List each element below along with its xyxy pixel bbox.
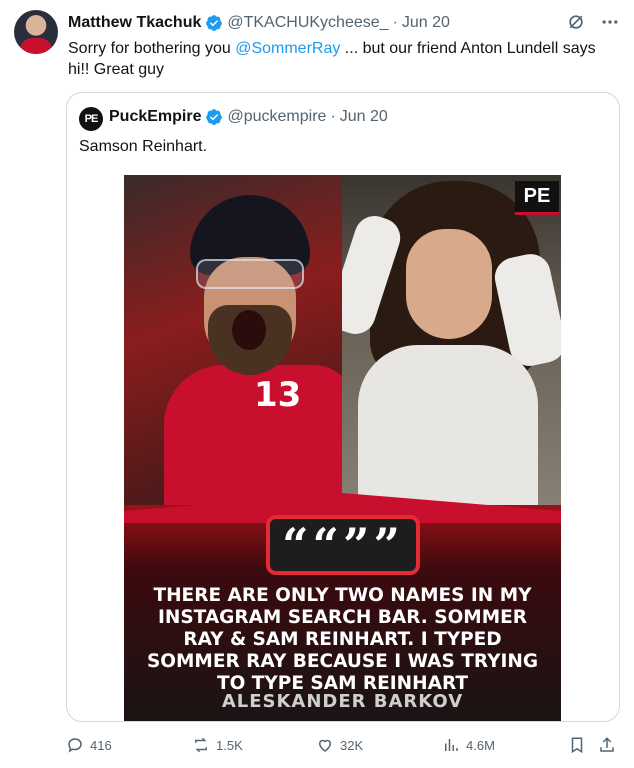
views-count: 4.6M — [466, 737, 495, 753]
grok-icon[interactable] — [566, 12, 586, 32]
like-button[interactable]: 32K — [316, 734, 363, 756]
quote-mark-badge: ““”” — [266, 515, 420, 575]
puckempire-logo: PE — [515, 181, 559, 215]
verified-badge-icon — [206, 109, 223, 125]
separator-dot: · — [330, 108, 336, 125]
player-jersey-number: 13 — [254, 375, 302, 415]
tweet-actions-bar: 416 1.5K 32K 4.6M — [66, 734, 620, 756]
woman-photo: PE — [342, 175, 561, 525]
quoted-text: Samson Reinhart. — [79, 138, 208, 155]
tweet-date[interactable]: Jun 20 — [402, 14, 450, 32]
analytics-icon — [445, 739, 458, 751]
tweet-text: Sorry for bothering you @SommerRay ... b… — [68, 38, 620, 80]
share-icon — [600, 737, 614, 752]
author-avatar[interactable] — [14, 10, 58, 54]
author-name[interactable]: Matthew Tkachuk — [68, 14, 201, 32]
quoted-tweet[interactable]: PE PuckEmpire @puckempire · Jun 20 Samso… — [66, 92, 620, 722]
mention-link[interactable]: @SommerRay — [235, 40, 340, 57]
quoted-author-avatar[interactable]: PE — [79, 107, 103, 131]
verified-badge-icon — [206, 15, 223, 31]
bookmark-button[interactable] — [568, 734, 586, 756]
repost-count: 1.5K — [216, 737, 243, 753]
player-photo: 13 — [124, 175, 342, 525]
repost-icon — [195, 737, 207, 753]
quoted-media-image[interactable]: 13 PE ““”” THERE ARE ONLY TWO NAMES IN M… — [124, 175, 561, 721]
heart-icon — [318, 739, 332, 752]
tweet-header: Matthew Tkachuk @TKACHUKycheese_ · Jun 2… — [68, 12, 450, 34]
quote-caption: THERE ARE ONLY TWO NAMES IN MY INSTAGRAM… — [146, 585, 539, 694]
quote-attribution: ALESKANDER BARKOV — [221, 691, 464, 712]
share-button[interactable] — [598, 734, 616, 756]
tweet: Matthew Tkachuk @TKACHUKycheese_ · Jun 2… — [0, 0, 634, 768]
quoted-header: PuckEmpire @puckempire · Jun 20 — [109, 108, 388, 126]
quoted-author-handle[interactable]: @puckempire — [227, 108, 326, 126]
more-options-icon[interactable] — [600, 12, 620, 32]
quoted-date[interactable]: Jun 20 — [340, 108, 388, 126]
tweet-text-start: Sorry for bothering you — [68, 40, 236, 57]
views-button[interactable]: 4.6M — [442, 734, 495, 756]
reply-button[interactable]: 416 — [66, 734, 112, 756]
reply-count: 416 — [90, 737, 112, 753]
repost-button[interactable]: 1.5K — [192, 734, 243, 756]
top-actions — [566, 12, 620, 32]
reply-icon — [68, 738, 82, 753]
like-count: 32K — [340, 737, 364, 753]
quoted-author-name[interactable]: PuckEmpire — [109, 108, 201, 126]
bookmark-icon — [571, 737, 583, 754]
separator-dot: · — [392, 14, 398, 31]
author-handle[interactable]: @TKACHUKycheese_ — [227, 14, 388, 32]
